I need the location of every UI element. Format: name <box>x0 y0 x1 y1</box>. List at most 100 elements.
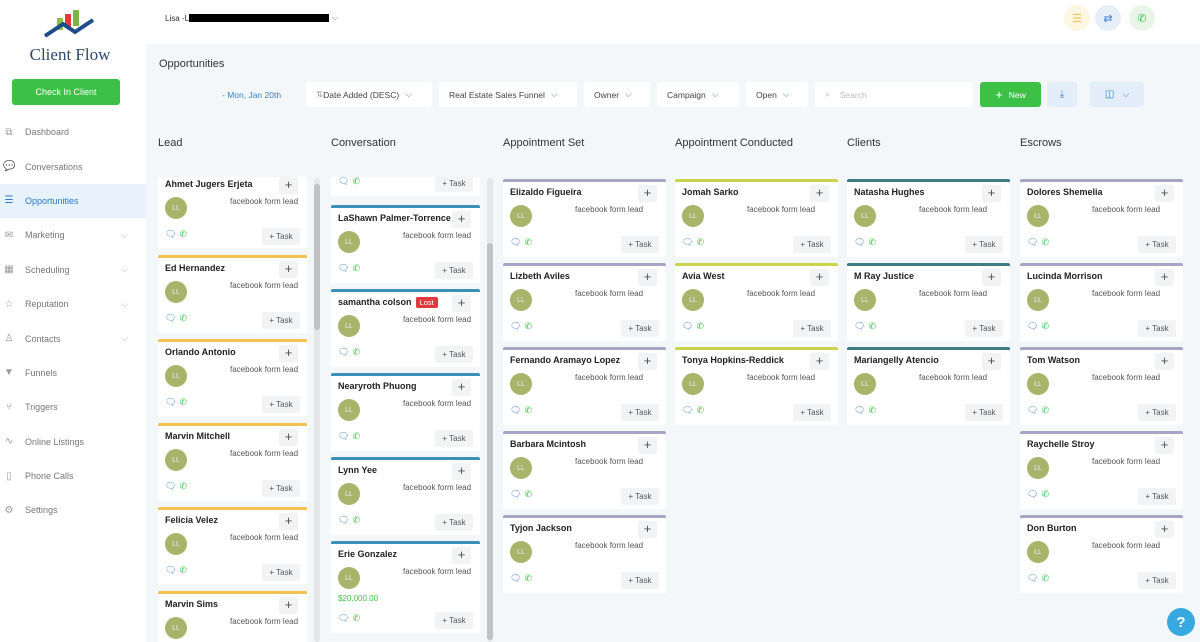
contact-name[interactable]: Elizaldo Figueira <box>510 187 582 197</box>
phone-icon[interactable]: ✆ <box>352 613 360 624</box>
add-button[interactable]: + <box>452 211 471 228</box>
opportunity-card[interactable]: LaShawn Palmer-Torrence + LL facebook fo… <box>331 205 480 283</box>
phone-icon[interactable]: ✆ <box>179 481 187 492</box>
add-button[interactable]: + <box>638 353 657 370</box>
phone-icon[interactable]: ✆ <box>352 347 360 358</box>
contact-name[interactable]: Marvin Sims <box>165 599 218 609</box>
search-input[interactable]: ⌕ Search <box>815 82 973 107</box>
phone-icon[interactable]: ✆ <box>868 237 876 248</box>
add-button[interactable]: + <box>452 295 471 312</box>
opportunity-card[interactable]: Lucinda Morrison + LL facebook form lead… <box>1020 263 1183 341</box>
add-button[interactable]: + <box>1155 185 1174 202</box>
add-task-button[interactable]: + Task <box>621 320 659 337</box>
add-button[interactable]: + <box>279 261 298 278</box>
contact-name[interactable]: Mariangelly Atencio <box>854 355 939 365</box>
view-toggle-button[interactable]: ◫ ⌵ <box>1090 82 1144 107</box>
contact-name[interactable]: Marvin Mitchell <box>165 431 230 441</box>
contact-name[interactable]: Natasha Hughes <box>854 187 925 197</box>
add-button[interactable]: + <box>279 345 298 362</box>
phone-icon[interactable]: ✆ <box>1129 5 1155 31</box>
add-task-button[interactable]: + Task <box>793 320 831 337</box>
add-task-button[interactable]: + Task <box>435 346 473 363</box>
message-icon[interactable]: 🗨 <box>854 405 865 416</box>
message-icon[interactable]: 🗨 <box>165 481 176 492</box>
sidebar-item-triggers[interactable]: ⑂ Triggers <box>0 390 146 424</box>
add-button[interactable]: + <box>279 597 298 614</box>
add-button[interactable]: + <box>1155 521 1174 538</box>
new-opportunity-button[interactable]: + New <box>980 82 1041 107</box>
contact-name[interactable]: samantha colson Lost <box>338 297 438 308</box>
sidebar-item-scheduling[interactable]: ▦ Scheduling ⌵ <box>0 253 146 287</box>
phone-icon[interactable]: ✆ <box>1041 489 1049 500</box>
phone-icon[interactable]: ✆ <box>696 237 704 248</box>
add-task-button[interactable]: + Task <box>1138 320 1176 337</box>
contact-name[interactable]: Orlando Antonio <box>165 347 236 357</box>
add-task-button[interactable]: + Task <box>621 236 659 253</box>
contact-name[interactable]: Tyjon Jackson <box>510 523 572 533</box>
add-task-button[interactable]: + Task <box>435 177 473 192</box>
contact-name[interactable]: Ahmet Jugers Erjeta <box>165 179 253 189</box>
message-icon[interactable]: 🗨 <box>338 431 349 442</box>
phone-icon[interactable]: ✆ <box>352 515 360 526</box>
message-icon[interactable]: 🗨 <box>1027 405 1038 416</box>
add-button[interactable]: + <box>452 547 471 564</box>
opportunity-card[interactable]: Avia West + LL facebook form lead 🗨 ✆ + T… <box>675 263 838 341</box>
help-button[interactable]: ? <box>1167 608 1195 636</box>
phone-icon[interactable]: ✆ <box>1041 237 1049 248</box>
contact-name[interactable]: Lynn Yee <box>338 465 377 475</box>
opportunity-card[interactable]: Ahmet Jugers Erjeta + LL facebook form l… <box>158 177 307 249</box>
add-task-button[interactable]: + Task <box>621 404 659 421</box>
add-task-button[interactable]: + Task <box>965 320 1003 337</box>
contact-name[interactable]: Lizbeth Aviles <box>510 271 570 281</box>
opportunity-card[interactable]: Fernando Aramayo Lopez + LL facebook for… <box>503 347 666 425</box>
add-button[interactable]: + <box>810 353 829 370</box>
sidebar-item-phone-calls[interactable]: ▯ Phone Calls <box>0 459 146 493</box>
opportunity-card[interactable]: Jomah Sarko + LL facebook form lead 🗨 ✆ +… <box>675 179 838 257</box>
add-task-button[interactable]: + Task <box>965 236 1003 253</box>
add-button[interactable]: + <box>982 269 1001 286</box>
opportunity-card[interactable]: Don Burton + LL facebook form lead 🗨 ✆ + … <box>1020 515 1183 593</box>
message-icon[interactable]: 🗨 <box>854 321 865 332</box>
add-button[interactable]: + <box>279 429 298 446</box>
phone-icon[interactable]: ✆ <box>524 405 532 416</box>
phone-icon[interactable]: ✆ <box>868 321 876 332</box>
opportunity-card[interactable]: Ed Hernandez + LL facebook form lead 🗨 ✆ … <box>158 255 307 333</box>
phone-icon[interactable]: ✆ <box>179 565 187 576</box>
opportunity-card[interactable]: M Ray Justice + LL facebook form lead 🗨 ✆… <box>847 263 1010 341</box>
add-button[interactable]: + <box>982 353 1001 370</box>
add-button[interactable]: + <box>638 269 657 286</box>
phone-icon[interactable]: ✆ <box>352 263 360 274</box>
message-icon[interactable]: 🗨 <box>682 405 693 416</box>
contact-name[interactable]: LaShawn Palmer-Torrence <box>338 213 451 223</box>
opportunity-card[interactable]: Nearyroth Phuong + LL facebook form lead… <box>331 373 480 451</box>
opportunity-card[interactable]: Marvin Sims + LL facebook form lead 🗨✆ +… <box>158 591 307 642</box>
add-task-button[interactable]: + Task <box>435 262 473 279</box>
scrollbar-thumb[interactable] <box>314 184 320 330</box>
opportunity-card[interactable]: Orlando Antonio + LL facebook form lead … <box>158 339 307 417</box>
contact-name[interactable]: Tom Watson <box>1027 355 1080 365</box>
opportunity-card[interactable]: Tonya Hopkins-Reddick + LL facebook form… <box>675 347 838 425</box>
phone-icon[interactable]: ✆ <box>179 397 187 408</box>
phone-icon[interactable]: ✆ <box>352 431 360 442</box>
add-task-button[interactable]: + Task <box>793 236 831 253</box>
opportunity-card[interactable]: Elizaldo Figueira + LL facebook form lea… <box>503 179 666 257</box>
opportunity-card[interactable]: Dolores Shemelia + LL facebook form lead… <box>1020 179 1183 257</box>
add-button[interactable]: + <box>1155 437 1174 454</box>
message-icon[interactable]: 🗨 <box>1027 573 1038 584</box>
pipeline-dropdown[interactable]: Real Estate Sales Funnel ⌵ <box>439 82 577 107</box>
message-icon[interactable]: 🗨 <box>338 263 349 274</box>
add-button[interactable]: + <box>452 463 471 480</box>
add-task-button[interactable]: + Task <box>1138 488 1176 505</box>
add-task-button[interactable]: + Task <box>793 404 831 421</box>
add-task-button[interactable]: + Task <box>965 404 1003 421</box>
add-button[interactable]: + <box>810 185 829 202</box>
message-icon[interactable]: 🗨 <box>510 405 521 416</box>
sidebar-item-funnels[interactable]: ▼ Funnels <box>0 356 146 390</box>
contact-name[interactable]: Ed Hernandez <box>165 263 225 273</box>
contact-name[interactable]: Fernando Aramayo Lopez <box>510 355 620 365</box>
phone-icon[interactable]: ✆ <box>524 489 532 500</box>
contact-name[interactable]: Avia West <box>682 271 725 281</box>
phone-icon[interactable]: ✆ <box>696 321 704 332</box>
opportunity-card[interactable]: Erie Gonzalez + LL facebook form lead $2… <box>331 541 480 633</box>
message-icon[interactable]: 🗨 <box>510 573 521 584</box>
